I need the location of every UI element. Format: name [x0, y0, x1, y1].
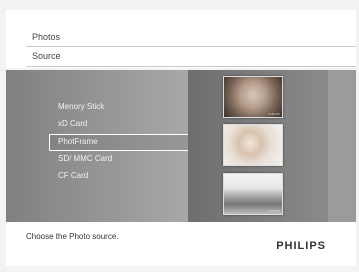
menu-item-sd-mmc-card[interactable]: SD/ MMC Card — [58, 154, 112, 163]
thumbnail-brand: PHILIPS — [268, 112, 280, 116]
brand-logo: PHILIPS — [276, 240, 326, 252]
header-divider — [26, 46, 356, 47]
main-panel: Menory Stick xD Card PhotFrame SD/ MMC C… — [6, 70, 356, 222]
header-divider-2 — [26, 66, 356, 67]
header: Photos Source — [6, 10, 356, 68]
thumbnail-brand: PHILIPS — [268, 209, 280, 213]
source-menu: Menory Stick xD Card PhotFrame SD/ MMC C… — [6, 70, 189, 222]
menu-item-xd-card[interactable]: xD Card — [58, 119, 87, 128]
thumbnail-baby[interactable]: PHILIPS — [223, 76, 283, 118]
footer: Choose the Photo source. PHILIPS — [6, 222, 356, 266]
menu-item-cf-card[interactable]: CF Card — [58, 171, 88, 180]
thumbnail-brand: PHILIPS — [268, 160, 280, 164]
breadcrumb-source[interactable]: Source — [32, 51, 61, 61]
right-edge — [328, 70, 356, 222]
thumbnail-girl[interactable]: PHILIPS — [223, 124, 283, 166]
menu-item-photoframe[interactable]: PhotFrame — [58, 137, 98, 146]
menu-item-memory-stick[interactable]: Menory Stick — [58, 102, 104, 111]
status-text: Choose the Photo source. — [26, 232, 119, 241]
photo-frame-screen: Photos Source Menory Stick xD Card PhotF… — [0, 0, 359, 272]
breadcrumb-photos[interactable]: Photos — [32, 32, 60, 42]
thumbnail-group[interactable]: PHILIPS — [223, 173, 283, 215]
